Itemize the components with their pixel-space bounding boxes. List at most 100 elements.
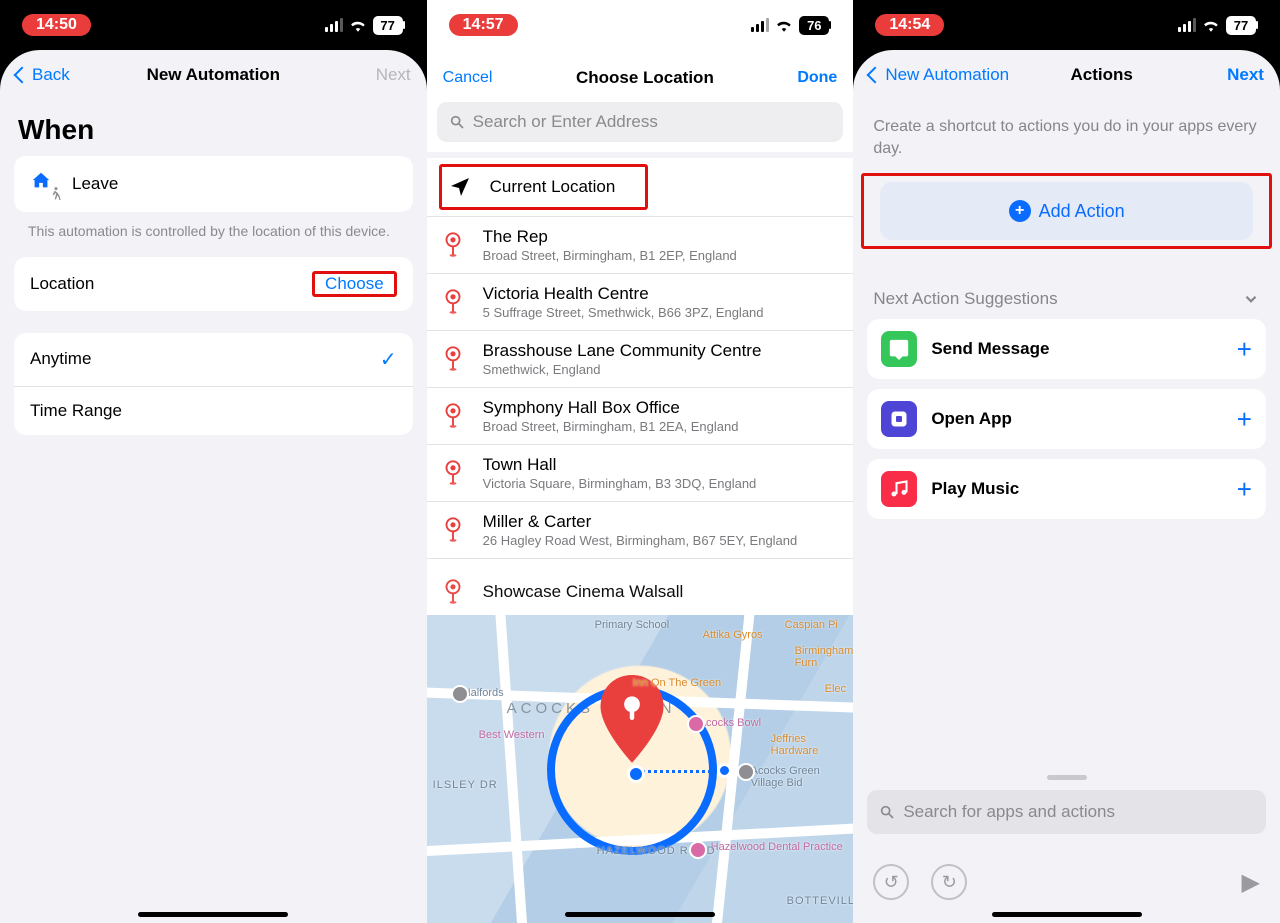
result-address: Smethwick, England: [483, 362, 840, 377]
app-icon: [881, 401, 917, 437]
radius-handle[interactable]: [717, 763, 732, 778]
radius-line: [637, 770, 722, 773]
location-result-row[interactable]: Town Hall Victoria Square, Birmingham, B…: [427, 445, 854, 502]
pin-icon: [441, 517, 465, 543]
map-view[interactable]: ACOCKS GREEN Primary School Attika Gyros…: [427, 615, 854, 923]
check-icon: ✓: [380, 347, 397, 372]
leave-home-icon: [30, 170, 58, 198]
sheet-search-input[interactable]: Search for apps and actions: [867, 790, 1266, 834]
map-label: BOTTEVILLE: [787, 895, 854, 907]
done-button[interactable]: Done: [797, 69, 837, 87]
anytime-label: Anytime: [30, 349, 91, 369]
time-range-row[interactable]: Time Range: [14, 387, 413, 435]
current-location-row[interactable]: Current Location: [490, 177, 616, 197]
search-placeholder: Search or Enter Address: [473, 112, 658, 132]
back-button[interactable]: Back: [16, 65, 70, 85]
status-time: 14:57: [449, 14, 518, 36]
pin-icon: [441, 232, 465, 258]
suggestion-row[interactable]: Send Message +: [867, 319, 1266, 379]
map-label: Primary School: [595, 619, 670, 631]
pin-icon: [441, 403, 465, 429]
add-action-button[interactable]: + Add Action: [880, 182, 1253, 240]
result-name: Victoria Health Centre: [483, 284, 840, 304]
choose-button[interactable]: Choose: [315, 270, 394, 297]
phone-actions: 14:54 77 New Automation Actions Next Cre…: [853, 0, 1280, 923]
nav-title: Actions: [1070, 65, 1132, 85]
battery-icon: 76: [799, 16, 829, 35]
home-indicator[interactable]: [992, 912, 1142, 917]
nav-bar: Cancel Choose Location Done: [427, 50, 854, 98]
location-arrow-icon: [448, 175, 472, 199]
next-button[interactable]: Next: [1227, 65, 1264, 85]
result-name: Showcase Cinema Walsall: [483, 582, 840, 602]
chevron-down-icon: [1242, 290, 1260, 308]
location-result-row[interactable]: Symphony Hall Box Office Broad Street, B…: [427, 388, 854, 445]
search-icon: [449, 114, 465, 130]
bottom-sheet[interactable]: Search for apps and actions ↺ ↻ ▶: [853, 763, 1280, 923]
app-icon: [881, 331, 917, 367]
trigger-leave-row[interactable]: Leave: [14, 156, 413, 212]
description-text: Create a shortcut to actions you do in y…: [853, 100, 1280, 173]
battery-icon: 77: [1226, 16, 1256, 35]
sheet-search-placeholder: Search for apps and actions: [903, 802, 1115, 822]
map-label: Hazelwood Dental Practice: [711, 841, 843, 853]
home-indicator[interactable]: [565, 912, 715, 917]
nav-title: New Automation: [96, 65, 331, 85]
highlight-add-action: + Add Action: [861, 173, 1272, 249]
pin-icon: [441, 289, 465, 315]
phone-new-automation: 14:50 77 Back New Automation Next When L…: [0, 0, 427, 923]
location-result-row[interactable]: Miller & Carter 26 Hagley Road West, Bir…: [427, 502, 854, 559]
poi-icon: [451, 685, 469, 703]
wifi-icon: [775, 18, 793, 32]
status-right: 77: [325, 16, 405, 35]
status-bar: 14:54 77: [853, 0, 1280, 50]
status-time: 14:50: [22, 14, 91, 36]
map-label: Best Western: [479, 729, 545, 741]
add-suggestion-button[interactable]: +: [1237, 474, 1252, 505]
suggestion-row[interactable]: Play Music +: [867, 459, 1266, 519]
location-row[interactable]: Location Choose: [14, 257, 413, 311]
nav-title: Choose Location: [576, 68, 714, 88]
highlight-current-location: Current Location: [439, 164, 649, 210]
time-range-label: Time Range: [30, 401, 122, 421]
suggestions-header[interactable]: Next Action Suggestions: [853, 249, 1280, 319]
sheet-grabber[interactable]: [1047, 775, 1087, 780]
add-suggestion-button[interactable]: +: [1237, 404, 1252, 435]
run-button[interactable]: ▶: [1242, 868, 1260, 897]
map-label: Birmingham Furn: [795, 645, 854, 669]
result-name: Town Hall: [483, 455, 840, 475]
location-result-row[interactable]: Brasshouse Lane Community Centre Smethwi…: [427, 331, 854, 388]
result-address: 26 Hagley Road West, Birmingham, B67 5EY…: [483, 533, 840, 548]
wifi-icon: [1202, 18, 1220, 32]
result-name: Brasshouse Lane Community Centre: [483, 341, 840, 361]
search-input[interactable]: Search or Enter Address: [437, 102, 844, 142]
home-indicator[interactable]: [138, 912, 288, 917]
cell-signal-icon: [751, 18, 769, 32]
add-action-label: Add Action: [1039, 201, 1125, 222]
suggestion-row[interactable]: Open App +: [867, 389, 1266, 449]
poi-icon: [689, 841, 707, 859]
location-list: Current Location The Rep Broad Street, B…: [427, 158, 854, 615]
app-icon: [881, 471, 917, 507]
result-name: Miller & Carter: [483, 512, 840, 532]
anytime-row[interactable]: Anytime ✓: [14, 333, 413, 387]
next-button[interactable]: Next: [376, 65, 411, 85]
poi-icon: [687, 715, 705, 733]
wifi-icon: [349, 18, 367, 32]
plus-circle-icon: +: [1009, 200, 1031, 222]
phone-choose-location: 14:57 76 Cancel Choose Location Done Sea…: [427, 0, 854, 923]
current-location-dot: [627, 765, 645, 783]
redo-button[interactable]: ↻: [931, 864, 967, 900]
search-icon: [879, 804, 895, 820]
map-label: Elec: [825, 683, 846, 695]
location-result-row[interactable]: Victoria Health Centre 5 Suffrage Street…: [427, 274, 854, 331]
map-label: Caspian Pi: [785, 619, 838, 631]
undo-button[interactable]: ↺: [873, 864, 909, 900]
status-time: 14:54: [875, 14, 944, 36]
location-result-row[interactable]: The Rep Broad Street, Birmingham, B1 2EP…: [427, 217, 854, 274]
cancel-button[interactable]: Cancel: [443, 69, 493, 87]
add-suggestion-button[interactable]: +: [1237, 334, 1252, 365]
back-button[interactable]: New Automation: [869, 65, 1009, 85]
map-label: Inn On The Green: [633, 677, 721, 689]
location-result-row[interactable]: Showcase Cinema Walsall: [427, 559, 854, 615]
